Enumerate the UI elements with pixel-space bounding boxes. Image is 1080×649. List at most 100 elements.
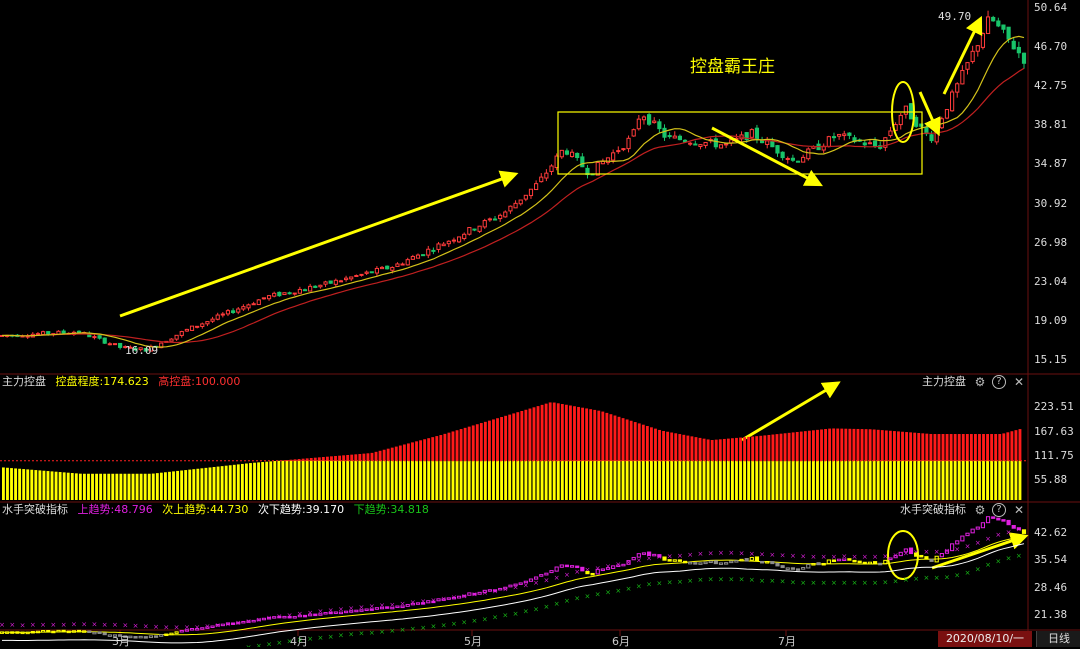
trend-candle xyxy=(432,601,435,603)
up-trend-mark: × xyxy=(143,623,149,631)
trend-candle xyxy=(909,548,912,554)
control-bar xyxy=(156,473,159,500)
candlestick-chart[interactable]: ××××××××××××××××××××××××××××××××××××××××… xyxy=(0,0,1080,647)
axis-tick-label: 15.15 xyxy=(1034,353,1067,366)
control-bar xyxy=(30,470,33,500)
trend-candle xyxy=(576,566,579,568)
control-bar xyxy=(362,461,365,500)
control-bar xyxy=(395,461,398,500)
control-bar-high xyxy=(334,456,337,461)
control-bar xyxy=(990,461,993,500)
trend-candle xyxy=(658,555,661,557)
control-bar xyxy=(857,461,860,500)
up-trend-mark: × xyxy=(543,577,549,585)
up-trend-mark: × xyxy=(40,621,46,629)
trend-candle xyxy=(683,561,686,563)
down-trend-mark: × xyxy=(420,624,426,632)
control-bar xyxy=(962,461,965,500)
down-trend-mark: × xyxy=(749,576,755,584)
control-bar xyxy=(99,474,102,500)
panel1-title-right: 主力控盘 xyxy=(922,375,966,389)
up-trend-mark: × xyxy=(122,622,128,630)
trend-candle xyxy=(288,616,291,618)
candle-body xyxy=(427,249,430,255)
control-bar-high xyxy=(739,438,742,461)
down-trend-mark: × xyxy=(513,610,519,618)
candle-body xyxy=(216,315,219,319)
trend-candle xyxy=(160,635,163,637)
candle-body xyxy=(873,141,876,146)
candle-body xyxy=(570,152,573,156)
control-bar-high xyxy=(877,430,880,461)
control-bar xyxy=(480,461,483,500)
axis-tick-label: 30.92 xyxy=(1034,197,1067,210)
candle-body xyxy=(442,244,445,246)
control-bar xyxy=(71,473,74,500)
control-bar-high xyxy=(840,429,843,461)
control-bar-high xyxy=(889,431,892,461)
control-bar xyxy=(715,461,718,500)
control-bar xyxy=(91,474,94,500)
candle-body xyxy=(386,266,389,269)
control-bar xyxy=(516,461,519,500)
control-bar-high xyxy=(443,434,446,461)
control-bar-high xyxy=(383,450,386,461)
candle-body xyxy=(930,135,933,141)
trend-candle xyxy=(427,601,430,603)
control-bar-high xyxy=(727,439,730,461)
trend-candle xyxy=(694,563,697,565)
candle-body xyxy=(93,337,96,338)
down-trend-mark: × xyxy=(769,577,775,585)
control-bar xyxy=(188,470,191,500)
close-icon[interactable]: ✕ xyxy=(1012,375,1026,389)
candle-body xyxy=(206,322,209,324)
annotation-arrow xyxy=(120,176,510,316)
control-bar-high xyxy=(423,439,426,461)
candle-body xyxy=(283,293,286,295)
candle-body xyxy=(309,286,312,291)
control-bar xyxy=(346,461,349,500)
trend-candle xyxy=(796,569,799,571)
control-bar-high xyxy=(573,406,576,461)
down-trend-mark: × xyxy=(523,608,529,616)
control-bar xyxy=(537,461,540,500)
down-trend-mark: × xyxy=(441,621,447,629)
candle-body xyxy=(771,141,774,147)
gear-icon[interactable]: ⚙ xyxy=(973,375,987,389)
control-bar xyxy=(184,470,187,500)
control-bar xyxy=(618,461,621,500)
control-bar xyxy=(889,461,892,500)
candle-body xyxy=(457,237,460,242)
candle-body xyxy=(422,255,425,256)
control-bar xyxy=(674,461,677,500)
question-icon[interactable]: ? xyxy=(992,503,1006,517)
control-bar xyxy=(294,461,297,500)
trend-candle xyxy=(139,636,142,638)
candle-body xyxy=(468,228,471,235)
up-trend-mark: × xyxy=(430,596,436,604)
close-icon[interactable]: ✕ xyxy=(1012,503,1026,517)
question-icon[interactable]: ? xyxy=(992,375,1006,389)
control-bar xyxy=(938,461,941,500)
trend-candle xyxy=(16,632,19,634)
period-button[interactable]: 日线 xyxy=(1036,631,1080,647)
control-bar xyxy=(403,461,406,500)
candle-body xyxy=(350,277,353,279)
control-bar-high xyxy=(342,455,345,460)
gear-icon[interactable]: ⚙ xyxy=(973,503,987,517)
candle-body xyxy=(185,329,188,331)
trend-candle xyxy=(704,562,707,564)
candle-body xyxy=(976,46,979,52)
control-bar xyxy=(946,461,949,500)
control-bar xyxy=(541,461,544,500)
down-trend-mark: × xyxy=(574,594,580,602)
control-bar xyxy=(1019,461,1022,500)
up-trend-mark: × xyxy=(965,543,971,551)
control-bar xyxy=(622,461,625,500)
control-bar-high xyxy=(812,430,815,461)
down-trend-mark: × xyxy=(934,574,940,582)
trend-candle xyxy=(406,604,409,606)
control-bar xyxy=(241,464,244,500)
trend-candle xyxy=(760,561,763,563)
control-bar xyxy=(524,461,527,500)
